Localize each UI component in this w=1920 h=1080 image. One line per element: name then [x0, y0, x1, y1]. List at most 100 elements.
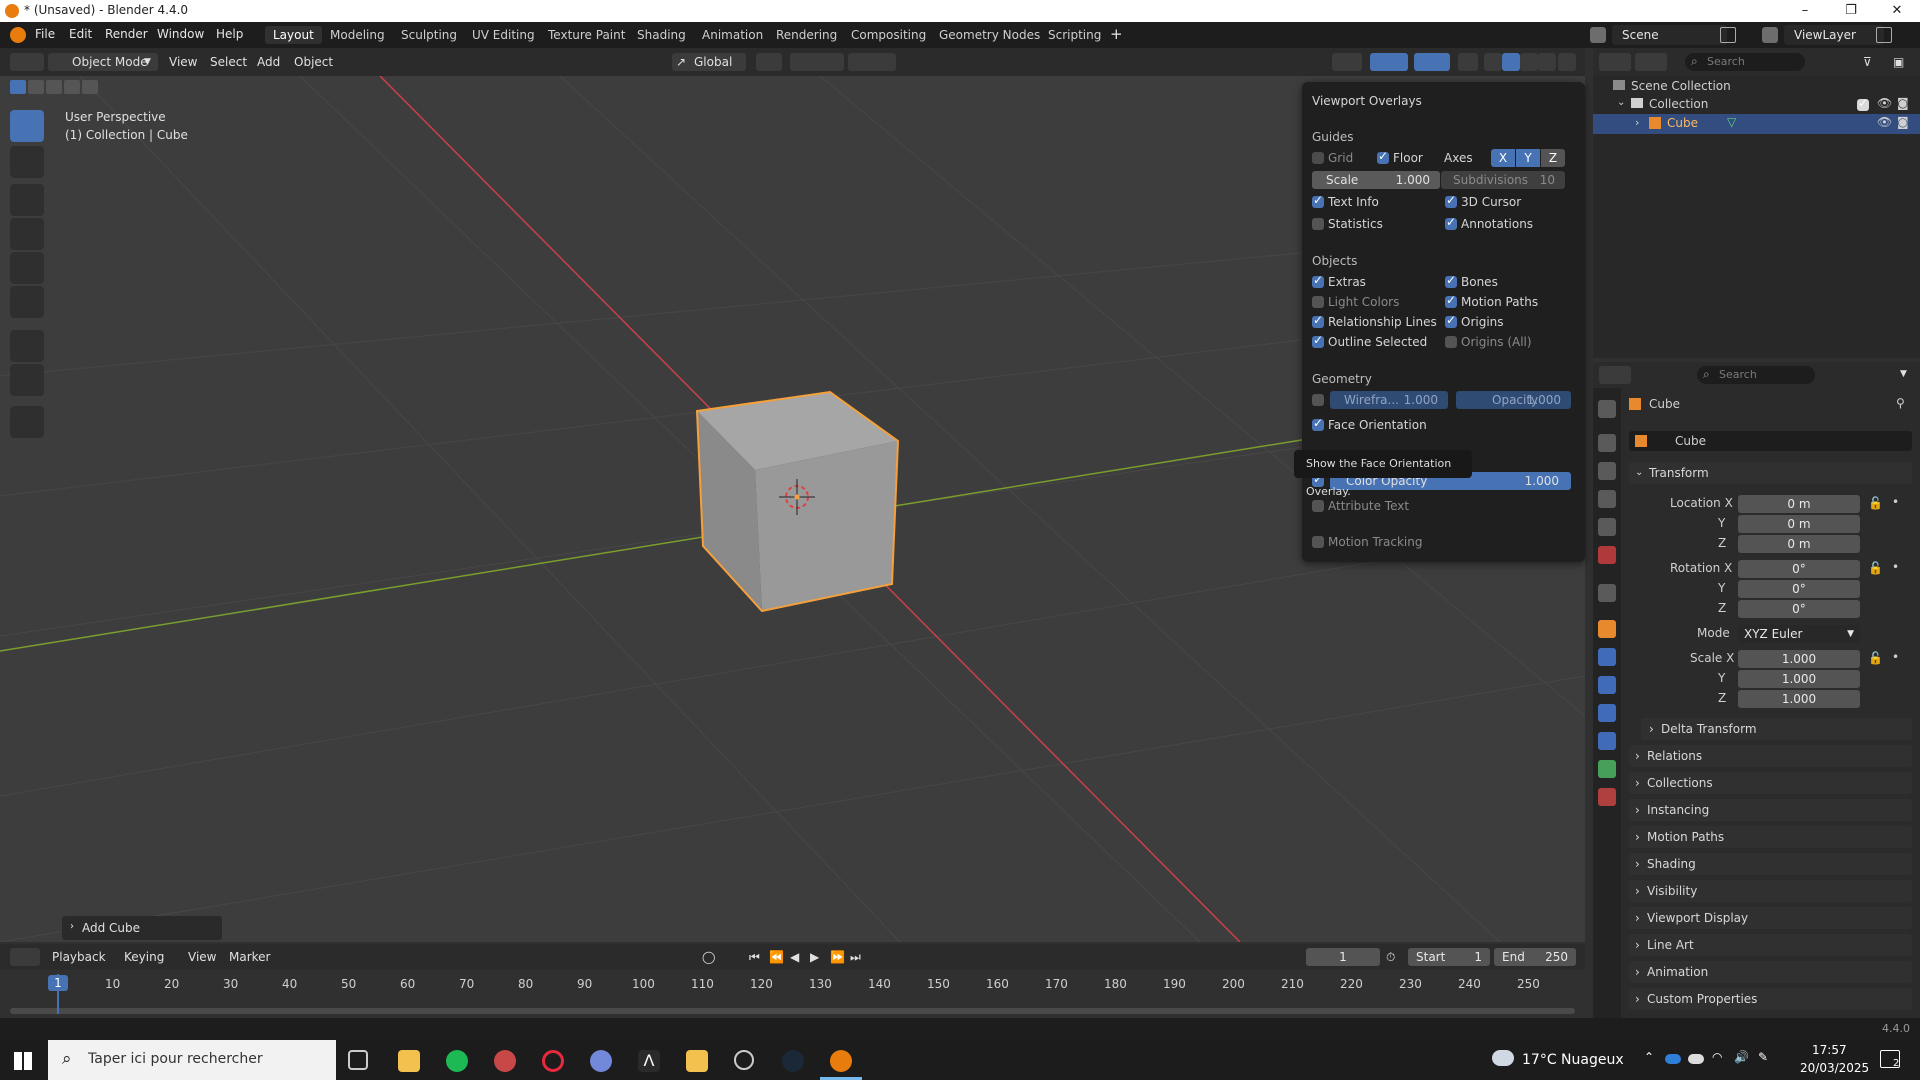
light-colors-checkbox[interactable]	[1312, 296, 1324, 308]
keyframe-dot-icon[interactable]: •	[1892, 650, 1899, 664]
rotation-z-field[interactable]: 0°	[1738, 600, 1860, 618]
axis-z-toggle[interactable]: Z	[1541, 149, 1565, 167]
gizmo-toggle-button[interactable]	[1370, 53, 1408, 71]
rotate-tool-icon[interactable]	[10, 218, 44, 250]
panel-animation[interactable]: › Animation	[1629, 961, 1912, 983]
collection-expand-icon[interactable]: ⌄	[1617, 97, 1625, 108]
weather-cloud-icon[interactable]	[1492, 1050, 1514, 1066]
filter-icon[interactable]: ⊽	[1863, 53, 1872, 71]
properties-search-input[interactable]: ⌕ Search	[1697, 366, 1815, 384]
outliner-display-mode-button[interactable]	[1635, 53, 1667, 71]
extras-checkbox[interactable]	[1312, 273, 1324, 288]
scene-collection-label[interactable]: Scene Collection	[1631, 79, 1731, 93]
menu-view[interactable]: View	[169, 53, 197, 71]
scale-z-field[interactable]: 1.000	[1738, 690, 1860, 708]
scale-x-field[interactable]: 1.000	[1738, 650, 1860, 668]
motion-tracking-checkbox[interactable]	[1312, 536, 1324, 548]
tab-animation[interactable]: Animation	[694, 26, 771, 44]
play-icon[interactable]: ▶	[810, 948, 819, 966]
select-extend-icon[interactable]	[28, 80, 44, 94]
location-x-field[interactable]: 0 m	[1738, 495, 1860, 513]
pen-icon[interactable]: ✎	[1758, 1050, 1768, 1064]
jump-start-icon[interactable]: ⏮	[749, 948, 760, 966]
current-frame-field[interactable]: 1	[1306, 948, 1380, 966]
adobe-icon[interactable]: Λ	[638, 1050, 660, 1072]
outline-selected-checkbox[interactable]	[1312, 333, 1324, 348]
rotation-x-field[interactable]: 0°	[1738, 560, 1860, 578]
scale-y-field[interactable]: 1.000	[1738, 670, 1860, 688]
discord-icon[interactable]	[590, 1050, 612, 1072]
wifi-icon[interactable]: ◠	[1712, 1050, 1722, 1064]
menu-add[interactable]: Add	[257, 53, 280, 71]
collection-exclude-checkbox[interactable]	[1857, 96, 1869, 111]
add-cube-tool-icon[interactable]	[10, 406, 44, 438]
maximize-icon[interactable]: ❐	[1828, 0, 1874, 22]
select-intersect-icon[interactable]	[82, 80, 98, 94]
transform-tool-icon[interactable]	[10, 286, 44, 318]
menu-edit[interactable]: Edit	[69, 27, 92, 41]
rotation-mode-dropdown[interactable]: XYZ Euler ▼	[1738, 625, 1860, 643]
location-y-field[interactable]: 0 m	[1738, 515, 1860, 533]
collection-tab-icon[interactable]	[1598, 584, 1616, 602]
play-reverse-icon[interactable]: ◀	[790, 948, 799, 966]
editor-type-button[interactable]	[10, 53, 44, 71]
lock-icon[interactable]: 🔓	[1868, 496, 1883, 510]
shading-solid-button[interactable]	[1502, 53, 1520, 71]
cube-render-camera-icon[interactable]: ◙	[1897, 115, 1909, 129]
new-collection-icon[interactable]: ▣	[1893, 53, 1904, 71]
annotations-checkbox[interactable]	[1445, 215, 1457, 230]
panel-line-art[interactable]: › Line Art	[1629, 934, 1912, 956]
pivot-point-button[interactable]	[756, 53, 782, 71]
menu-select[interactable]: Select	[210, 53, 247, 71]
particles-tab-icon[interactable]	[1598, 676, 1616, 694]
menu-playback[interactable]: Playback	[52, 948, 106, 966]
motion-paths-checkbox[interactable]	[1445, 293, 1457, 308]
tab-modeling[interactable]: Modeling	[322, 26, 393, 44]
volume-icon[interactable]: 🔊	[1734, 1050, 1749, 1064]
grid-checkbox[interactable]	[1312, 152, 1324, 164]
clock-time[interactable]: 17:57	[1812, 1043, 1847, 1057]
axis-y-toggle[interactable]: Y	[1516, 149, 1540, 167]
keyframe-dot-icon[interactable]: •	[1892, 495, 1899, 509]
collection-render-camera-icon[interactable]: ◙	[1897, 96, 1909, 110]
panel-custom-properties[interactable]: › Custom Properties	[1629, 988, 1912, 1010]
cursor-tool-icon[interactable]	[10, 146, 44, 178]
rotation-y-field[interactable]: 0°	[1738, 580, 1860, 598]
menu-help[interactable]: Help	[216, 27, 243, 41]
last-operator-panel[interactable]: › Add Cube	[62, 916, 222, 940]
delta-transform-subpanel[interactable]: › Delta Transform	[1641, 718, 1912, 740]
bones-checkbox[interactable]	[1445, 273, 1457, 288]
spotify-icon[interactable]	[446, 1050, 468, 1072]
origins-all-checkbox[interactable]	[1445, 336, 1457, 348]
outliner-row-cube[interactable]: › Cube ▽ 👁 ◙	[1593, 114, 1920, 134]
blender-taskbar-icon[interactable]	[830, 1050, 852, 1072]
wireframe-threshold-field[interactable]: Wirefra... 1.000	[1330, 391, 1448, 409]
assistant-icon[interactable]	[734, 1050, 754, 1070]
timeline-scrollbar[interactable]	[10, 1008, 1575, 1014]
select-subtract-icon[interactable]	[46, 80, 62, 94]
taskbar-search-input[interactable]: ⌕ Taper ici pour rechercher	[48, 1040, 336, 1080]
world-tab-icon[interactable]	[1598, 546, 1616, 564]
select-box-tool-icon[interactable]	[10, 110, 44, 142]
xray-toggle-button[interactable]	[1458, 53, 1478, 71]
panel-visibility[interactable]: › Visibility	[1629, 880, 1912, 902]
auto-keying-icon[interactable]: ◯	[702, 948, 715, 966]
panel-shading[interactable]: › Shading	[1629, 853, 1912, 875]
panel-motion-paths[interactable]: › Motion Paths	[1629, 826, 1912, 848]
menu-window[interactable]: Window	[157, 27, 204, 41]
panel-relations[interactable]: › Relations	[1629, 745, 1912, 767]
menu-marker[interactable]: Marker	[229, 948, 270, 966]
render-tab-icon[interactable]	[1598, 434, 1616, 452]
preview-range-icon[interactable]: ⏱	[1386, 948, 1395, 966]
measure-tool-icon[interactable]	[10, 364, 44, 396]
tray-chevron-up-icon[interactable]: ⌃	[1644, 1050, 1654, 1064]
outliner-search-input[interactable]: ⌕ Search	[1685, 53, 1805, 71]
tab-scripting[interactable]: Scripting	[1040, 26, 1109, 44]
face-orientation-checkbox[interactable]	[1312, 416, 1324, 431]
grid-subdivisions-field[interactable]: Subdivisions 10	[1441, 171, 1565, 189]
snap-toggle-button[interactable]	[790, 53, 844, 71]
task-view-icon[interactable]	[348, 1050, 368, 1070]
outliner-editor-type-button[interactable]	[1599, 53, 1631, 71]
chevron-down-icon[interactable]: ▼	[1900, 365, 1907, 383]
annotate-tool-icon[interactable]	[10, 330, 44, 362]
